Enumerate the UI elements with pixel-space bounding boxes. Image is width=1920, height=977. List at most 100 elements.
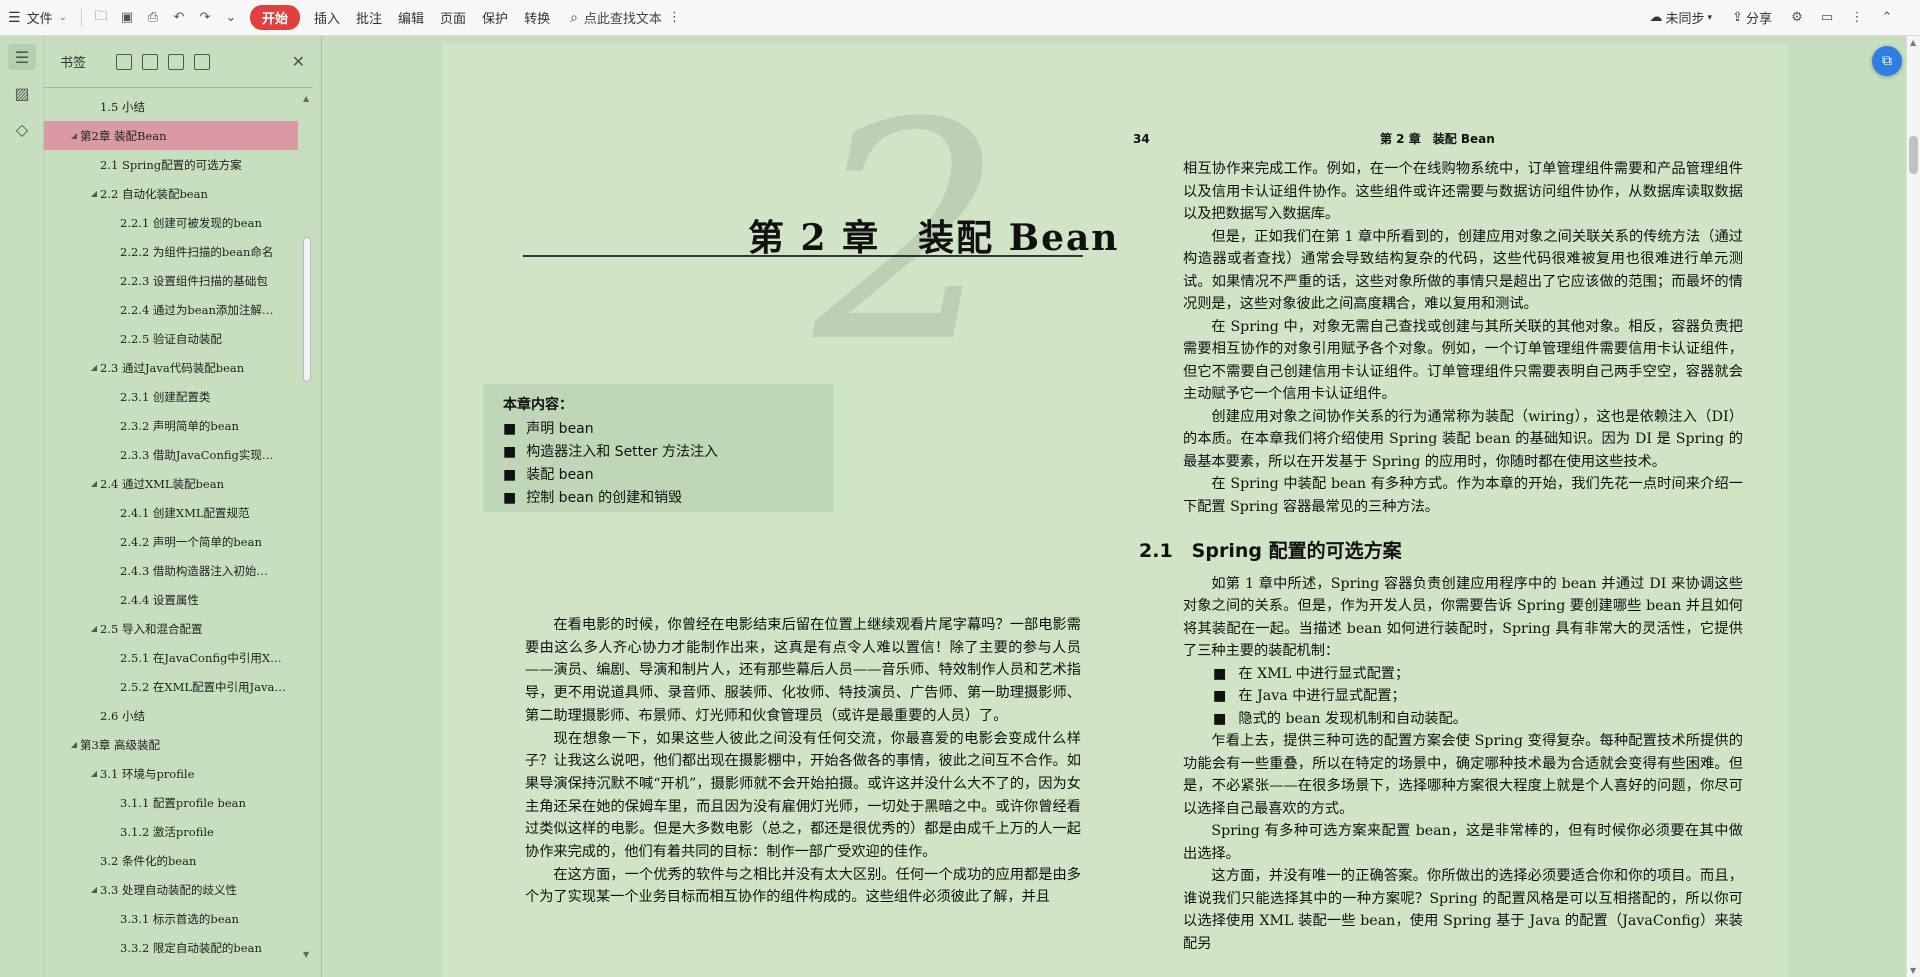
bookmark-item[interactable]: ◢ 2.4 通过XML装配bean [44,469,298,498]
chapter-rule [523,255,1083,257]
expand-toggle-icon[interactable]: ◢ [68,131,80,140]
bookmark-item[interactable]: 2.4.4 设置属性 [44,585,298,614]
bookmark-item[interactable]: 2.3.3 借助JavaConfig实现… [44,440,298,469]
chevron-down-icon: ⌄ [58,12,67,23]
tab-page[interactable]: 页面 [432,0,474,36]
bookmark-item[interactable]: ◢ 2.2 自动化装配bean [44,179,298,208]
bookmark-label: 第3章 高级装配 [80,737,160,752]
bookmark-panel-icon[interactable]: ☰ [8,44,36,70]
close-icon[interactable]: ✕ [292,52,305,71]
thumbnail-icon[interactable]: ▨ [8,80,36,106]
bookmark-item[interactable]: ◢ 3.3 处理自动装配的歧义性 [44,875,298,904]
page-spread: 2 第 2 章 装配 Bean 本章内容： 声明 bean 构造器注入和 Set… [443,44,1788,977]
bookmark-item[interactable]: ◢ 第2章 装配Bean [44,121,298,150]
menu-button[interactable]: ☰ 文件 ⌄ [0,0,75,36]
bookmark-list-icon[interactable] [194,53,210,70]
bookmark-label: 2.3.3 借助JavaConfig实现… [120,447,274,462]
add-bookmark-icon[interactable] [168,53,184,70]
top-toolbar: ☰ 文件 ⌄ 🗀 ▣ ⎙ ↶ ↷ ⌄ 开始 插入 批注 编辑 页面 保护 转换 ⌕ … [0,0,1920,36]
open-folder-icon[interactable]: 🗀 [88,5,114,31]
share-icon: ⇪ [1732,10,1743,25]
bookmark-item[interactable]: ◢ 2.3 通过Java代码装配bean [44,353,298,382]
bookmark-item[interactable]: 2.4.1 创建XML配置规范 [44,498,298,527]
chapter-contents-box: 本章内容： 声明 bean 构造器注入和 Setter 方法注入 装配 bean… [483,384,833,512]
more-dropdown-icon[interactable]: ⌄ [218,5,244,31]
tab-comment[interactable]: 批注 [348,0,390,36]
bookmark-item[interactable]: 2.3.1 创建配置类 [44,382,298,411]
bookmark-item[interactable]: ◢ 3.1 环境与profile [44,759,298,788]
expand-all-icon[interactable] [116,53,132,70]
more-vertical-icon[interactable]: ⋮ [668,10,681,25]
bookmark-item[interactable]: 2.4.3 借助构造器注入初始… [44,556,298,585]
bookmark-item[interactable]: 2.4.2 声明一个简单的bean [44,527,298,556]
comment-icon[interactable]: ▭ [1814,5,1840,31]
bookmark-item[interactable]: 3.1.2 激活profile [44,817,298,846]
expand-toggle-icon[interactable]: ◢ [88,769,100,778]
bookmark-item[interactable]: 3.3.1 标示首选的bean [44,904,298,933]
bookmark-label: 2.3.1 创建配置类 [120,389,211,404]
redo-icon[interactable]: ↷ [192,5,218,31]
sync-status[interactable]: ☁ 未同步 ▾ [1642,0,1721,36]
share-label: 分享 [1745,12,1772,27]
bookmark-item[interactable]: 2.2.2 为组件扫描的bean命名 [44,237,298,266]
scroll-thumb[interactable] [303,237,311,382]
paragraph: 如第 1 章中所述，Spring 容器负责创建应用程序中的 bean 并通过 D… [1183,575,1743,660]
paragraph: 创建应用对象之间协作关系的行为通常称为装配（wiring），这也是依赖注入（DI… [1183,408,1743,470]
settings-icon[interactable]: ⚙ [1784,5,1810,31]
scroll-up-icon[interactable]: ▲ [303,94,309,103]
scroll-thumb[interactable] [1909,136,1918,174]
bookmark-label: 2.2.3 设置组件扫描的基础包 [120,273,268,288]
cloud-icon: ☁ [1649,10,1663,25]
bookmark-item[interactable]: ◢ 2.5 导入和混合配置 [44,614,298,643]
bookmark-item[interactable]: 2.5.1 在JavaConfig中引用X… [44,643,298,672]
tab-edit[interactable]: 编辑 [390,0,432,36]
bookmark-label: 2.6 小结 [100,708,145,723]
expand-toggle-icon[interactable]: ◢ [88,624,100,633]
bookmark-item[interactable]: 2.2.1 创建可被发现的bean [44,208,298,237]
scroll-down-icon[interactable]: ▼ [1910,966,1916,975]
bookmark-item[interactable]: 2.2.5 验证自动装配 [44,324,298,353]
search-placeholder: 点此查找文本 [583,12,662,27]
tab-start[interactable]: 开始 [249,5,300,30]
expand-toggle-icon[interactable]: ◢ [88,363,100,372]
share-button[interactable]: ⇪ 分享 [1724,0,1780,36]
collapse-all-icon[interactable] [142,53,158,70]
bookmark-label: 2.2.5 验证自动装配 [120,331,222,346]
tag-icon[interactable]: ◇ [8,116,36,142]
floating-tool-icon[interactable]: ⧉ [1872,46,1902,76]
tab-convert[interactable]: 转换 [516,0,558,36]
bookmark-label: 2.4.4 设置属性 [120,592,199,607]
bookmark-item[interactable]: 2.2.4 通过为bean添加注解… [44,295,298,324]
tab-protect[interactable]: 保护 [474,0,516,36]
bookmark-item[interactable]: 3.3.2 限定自动装配的bean [44,933,298,962]
expand-toggle-icon[interactable]: ◢ [68,740,80,749]
bookmark-item[interactable]: 2.6 小结 [44,701,298,730]
right-page-body: 相互协作来完成工作。例如，在一个在线购物系统中，订单管理组件需要和产品管理组件以… [1139,158,1743,955]
bookmark-label: 3.1.2 激活profile [120,824,214,839]
expand-toggle-icon[interactable]: ◢ [88,479,100,488]
undo-icon[interactable]: ↶ [166,5,192,31]
bookmark-item[interactable]: 2.5.2 在XML配置中引用Java… [44,672,298,701]
scroll-up-icon[interactable]: ▲ [1910,38,1916,47]
print-icon[interactable]: ⎙ [140,5,166,31]
more-vertical-icon[interactable]: ⋮ [1844,5,1870,31]
bookmark-item[interactable]: 2.3.2 声明简单的bean [44,411,298,440]
bookmark-item[interactable]: 3.1.1 配置profile bean [44,788,298,817]
tab-insert[interactable]: 插入 [306,0,348,36]
bookmark-item[interactable]: 2.1 Spring配置的可选方案 [44,150,298,179]
section-heading: 2.1 Spring 配置的可选方案 [1139,540,1402,562]
bookmark-item[interactable]: ◢ 第3章 高级装配 [44,730,298,759]
expand-toggle-icon[interactable]: ◢ [88,885,100,894]
search-box[interactable]: ⌕ 点此查找文本 ⋮ [570,8,681,28]
sidebar-scrollbar[interactable]: ▲ ▼ [301,92,313,961]
expand-toggle-icon[interactable]: ◢ [88,189,100,198]
bookmark-item[interactable]: 2.2.3 设置组件扫描的基础包 [44,266,298,295]
scroll-down-icon[interactable]: ▼ [303,950,309,959]
document-scrollbar[interactable]: ▲ ▼ [1906,36,1920,977]
collapse-icon[interactable]: ⌃ [1874,5,1900,31]
bookmark-item[interactable]: 3.2 条件化的bean [44,846,298,875]
save-icon[interactable]: ▣ [114,5,140,31]
bookmark-item[interactable]: 1.5 小结 [44,92,298,121]
contents-item: 声明 bean [503,418,813,441]
contents-item: 控制 bean 的创建和销毁 [503,487,813,510]
